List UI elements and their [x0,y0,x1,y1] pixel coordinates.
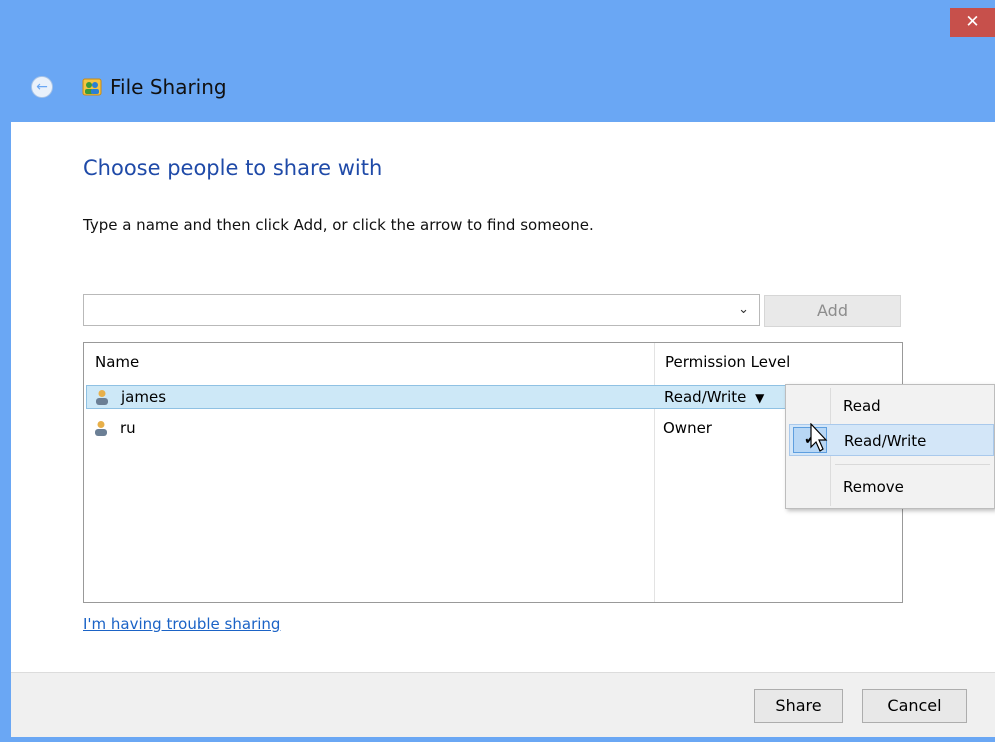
row-name: ru [120,419,136,437]
chevron-down-icon[interactable]: ⌄ [738,302,749,317]
column-divider [654,343,655,602]
file-sharing-icon [82,78,102,96]
user-icon [96,390,108,405]
share-button[interactable]: Share [754,689,843,723]
cancel-button[interactable]: Cancel [862,689,967,723]
column-header-permission[interactable]: Permission Level [665,353,790,371]
file-sharing-window: ✕ ← File Sharing Choose people to share … [0,0,995,742]
column-header-name[interactable]: Name [95,353,139,371]
mouse-cursor-icon [810,423,828,452]
instruction-text: Type a name and then click Add, or click… [83,216,594,234]
list-row-james[interactable]: james Read/Write ▼ [86,385,900,409]
close-icon: ✕ [965,12,980,32]
menu-item-read[interactable]: Read [789,390,994,422]
people-list[interactable]: Name Permission Level james Read/Write ▼ [83,342,903,603]
list-row-ru[interactable]: ru Owner [86,417,900,441]
trouble-sharing-link[interactable]: I'm having trouble sharing [83,615,280,633]
row-name: james [121,388,167,406]
back-arrow-icon: ← [36,79,48,95]
menu-separator [835,464,990,465]
user-icon [95,421,107,436]
window-title: File Sharing [110,75,227,99]
menu-item-remove[interactable]: Remove [789,471,994,503]
page-title: Choose people to share with [83,156,383,180]
permission-dropdown[interactable]: Read/Write ▼ [664,388,764,406]
name-combobox[interactable]: ⌄ [83,294,760,326]
window-header: ← File Sharing [0,52,995,122]
close-button[interactable]: ✕ [950,8,995,37]
add-button[interactable]: Add [764,295,901,327]
permission-value: Owner [663,419,712,437]
dialog-footer: Share Cancel [11,672,995,737]
back-button[interactable]: ← [31,76,53,98]
dropdown-arrow-icon[interactable]: ▼ [755,391,764,405]
